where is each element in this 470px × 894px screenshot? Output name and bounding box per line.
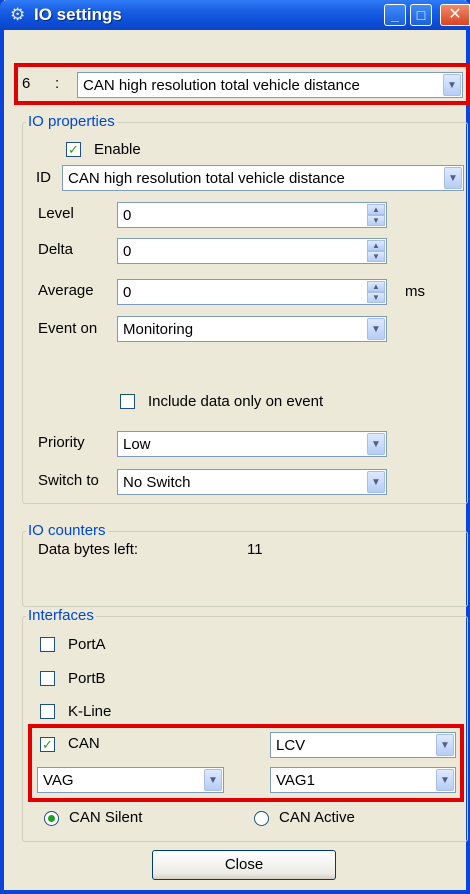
io-index-separator: : <box>55 75 60 92</box>
chevron-down-icon[interactable]: ▼ <box>367 433 385 455</box>
level-spinner[interactable]: ▲ ▼ <box>367 204 385 226</box>
portb-label: PortB <box>68 670 106 687</box>
delta-value: 0 <box>123 243 132 260</box>
enable-label: Enable <box>94 141 141 158</box>
switch-to-label: Switch to <box>38 472 99 489</box>
event-on-label: Event on <box>38 320 98 337</box>
include-data-checkbox[interactable] <box>120 394 135 409</box>
average-unit: ms <box>405 283 425 300</box>
chevron-down-icon[interactable]: ▼ <box>367 318 385 340</box>
window-title: IO settings <box>34 5 122 24</box>
can-silent-radio[interactable] <box>44 811 59 826</box>
data-bytes-value: 11 <box>247 541 263 558</box>
event-on-select[interactable]: Monitoring ▼ <box>117 316 387 342</box>
can-label: CAN <box>68 735 100 752</box>
average-spinner[interactable]: ▲ ▼ <box>367 281 385 303</box>
priority-label: Priority <box>38 434 85 451</box>
can-active-label: CAN Active <box>279 809 355 826</box>
io-counters-title: IO counters <box>26 522 108 539</box>
io-properties-title: IO properties <box>26 113 117 130</box>
level-input[interactable]: 0 ▲ ▼ <box>117 202 387 228</box>
close-window-button[interactable]: ✕ <box>440 4 470 26</box>
kline-checkbox[interactable] <box>40 704 55 719</box>
interfaces-title: Interfaces <box>26 607 96 624</box>
chevron-down-icon[interactable]: ▼ <box>367 471 385 493</box>
id-value: CAN high resolution total vehicle distan… <box>68 170 345 187</box>
switch-to-value: No Switch <box>123 474 191 491</box>
can-active-radio[interactable] <box>254 811 269 826</box>
app-icon: ⚙ <box>10 5 26 24</box>
average-label: Average <box>38 282 94 299</box>
level-label: Level <box>38 205 74 222</box>
can-checkbox[interactable]: ✓ <box>40 737 55 752</box>
brand-select[interactable]: VAG ▼ <box>37 767 224 793</box>
average-value: 0 <box>123 284 132 301</box>
level-value: 0 <box>123 207 132 224</box>
kline-label: K-Line <box>68 703 112 720</box>
event-on-value: Monitoring <box>123 321 194 338</box>
data-bytes-label: Data bytes left: <box>38 541 139 558</box>
porta-checkbox[interactable] <box>40 637 55 652</box>
chevron-down-icon[interactable]: ▼ <box>443 74 461 96</box>
include-data-label: Include data only on event <box>148 393 324 410</box>
model-select[interactable]: VAG1 ▼ <box>270 767 456 793</box>
io-element-value: CAN high resolution total vehicle distan… <box>83 77 360 94</box>
brand-value: VAG <box>43 772 74 789</box>
delta-input[interactable]: 0 ▲ ▼ <box>117 238 387 264</box>
portb-checkbox[interactable] <box>40 671 55 686</box>
minimize-button[interactable]: _ <box>384 4 406 26</box>
delta-label: Delta <box>38 241 74 258</box>
close-button[interactable]: Close <box>152 850 336 880</box>
title-bar[interactable]: ⚙ IO settings _ □ ✕ <box>0 0 470 30</box>
can-type-value: LCV <box>276 737 306 754</box>
chevron-down-icon[interactable]: ▼ <box>444 167 462 189</box>
porta-label: PortA <box>68 636 106 653</box>
priority-select[interactable]: Low ▼ <box>117 431 387 457</box>
maximize-button[interactable]: □ <box>410 4 432 26</box>
chevron-down-icon[interactable]: ▼ <box>436 734 454 756</box>
id-label: ID <box>36 169 51 186</box>
chevron-down-icon[interactable]: ▼ <box>436 769 454 791</box>
can-silent-label: CAN Silent <box>69 809 143 826</box>
average-input[interactable]: 0 ▲ ▼ <box>117 279 387 305</box>
switch-to-select[interactable]: No Switch ▼ <box>117 469 387 495</box>
chevron-down-icon[interactable]: ▼ <box>204 769 222 791</box>
can-type-select[interactable]: LCV ▼ <box>270 732 456 758</box>
io-index: 6 <box>22 75 31 92</box>
id-select[interactable]: CAN high resolution total vehicle distan… <box>62 165 464 191</box>
model-value: VAG1 <box>276 772 315 789</box>
io-element-select[interactable]: CAN high resolution total vehicle distan… <box>77 72 463 98</box>
enable-checkbox[interactable]: ✓ <box>66 142 81 157</box>
delta-spinner[interactable]: ▲ ▼ <box>367 240 385 262</box>
priority-value: Low <box>123 436 151 453</box>
